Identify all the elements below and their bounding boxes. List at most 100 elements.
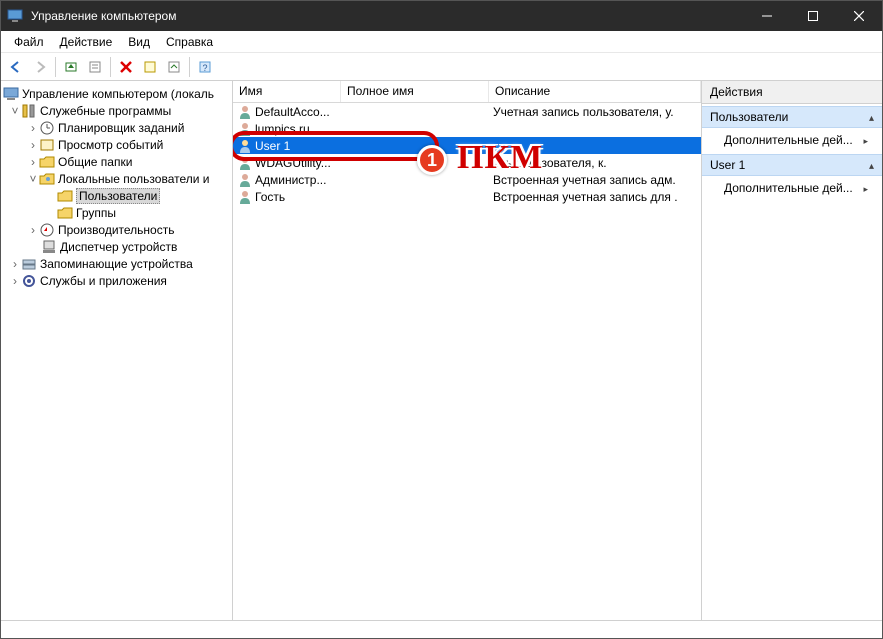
col-desc[interactable]: Описание: [489, 81, 701, 102]
main-body: Управление компьютером (локаль ˅ Служебн…: [1, 81, 882, 620]
action-link-label: Дополнительные дей...: [724, 181, 853, 195]
help-button[interactable]: ?: [194, 56, 216, 78]
col-full[interactable]: Полное имя: [341, 81, 489, 102]
tree-label: Группы: [76, 206, 116, 220]
minimize-button[interactable]: [744, 1, 790, 31]
action-link-label: Дополнительные дей...: [724, 133, 853, 147]
services-icon: [21, 273, 37, 289]
expand-icon[interactable]: ˅: [9, 104, 21, 118]
device-icon: [41, 239, 57, 255]
annotation-text: ПКМ: [457, 139, 543, 177]
user-icon: [237, 155, 253, 171]
tree-pane[interactable]: Управление компьютером (локаль ˅ Служебн…: [1, 81, 233, 620]
cell-name: User 1: [255, 139, 290, 153]
up-button[interactable]: [60, 56, 82, 78]
export-button[interactable]: [163, 56, 185, 78]
menu-view[interactable]: Вид: [121, 33, 157, 51]
user-icon: [237, 121, 253, 137]
titlebar[interactable]: Управление компьютером: [1, 1, 882, 31]
action-more-2[interactable]: Дополнительные дей...: [702, 176, 882, 200]
user-icon: [237, 189, 253, 205]
expand-icon[interactable]: ˅: [27, 172, 39, 186]
tree-local-users[interactable]: ˅ Локальные пользователи и: [1, 170, 232, 187]
user-icon: [237, 138, 253, 154]
expand-icon[interactable]: ›: [27, 138, 39, 152]
cell-name: Гость: [255, 190, 285, 204]
svg-text:?: ?: [202, 63, 207, 73]
tree-label: Общие папки: [58, 155, 132, 169]
expand-icon[interactable]: ›: [9, 257, 21, 271]
properties-button[interactable]: [84, 56, 106, 78]
menu-help[interactable]: Справка: [159, 33, 220, 51]
tree-label: Пользователи: [76, 188, 160, 204]
tree-event-viewer[interactable]: › Просмотр событий: [1, 136, 232, 153]
expand-icon[interactable]: ›: [27, 155, 39, 169]
expand-icon[interactable]: ›: [27, 121, 39, 135]
list-rows[interactable]: DefaultAcco... Учетная запись пользовате…: [233, 103, 701, 620]
forward-button[interactable]: [29, 56, 51, 78]
table-row[interactable]: Гость Встроенная учетная запись для .: [233, 188, 701, 205]
annotation-number: 1: [417, 145, 447, 175]
window-title: Управление компьютером: [31, 9, 744, 23]
expand-icon[interactable]: ›: [9, 274, 21, 288]
tools-icon: [21, 103, 37, 119]
action-group-user1[interactable]: User 1: [702, 154, 882, 176]
tree-label: Службы и приложения: [40, 274, 167, 288]
tree-root[interactable]: Управление компьютером (локаль: [1, 85, 232, 102]
table-row[interactable]: DefaultAcco... Учетная запись пользовате…: [233, 103, 701, 120]
cell-name: WDAGUtility...: [255, 156, 331, 170]
maximize-button[interactable]: [790, 1, 836, 31]
delete-button[interactable]: [115, 56, 137, 78]
tree-performance[interactable]: › Производительность: [1, 221, 232, 238]
tree-label: Локальные пользователи и: [58, 172, 209, 186]
cell-name: Администр...: [255, 173, 326, 187]
back-button[interactable]: [5, 56, 27, 78]
tree-label: Запоминающие устройства: [40, 257, 193, 271]
user-icon: [237, 172, 253, 188]
action-group-users[interactable]: Пользователи: [702, 106, 882, 128]
action-group-label: Пользователи: [710, 110, 788, 124]
clock-icon: [39, 120, 55, 136]
expand-icon[interactable]: ›: [27, 223, 39, 237]
performance-icon: [39, 222, 55, 238]
tree-label: Диспетчер устройств: [60, 240, 177, 254]
chevron-up-icon: [869, 158, 874, 172]
cell-desc: Учетная запись пользователя, у.: [489, 105, 701, 119]
menubar: Файл Действие Вид Справка: [1, 31, 882, 53]
tree-storage[interactable]: › Запоминающие устройства: [1, 255, 232, 272]
tree-users[interactable]: Пользователи: [1, 187, 232, 204]
toolbar: ?: [1, 53, 882, 81]
tree-label: Производительность: [58, 223, 174, 237]
computer-icon: [3, 86, 19, 102]
close-button[interactable]: [836, 1, 882, 31]
cell-desc: Встроенная учетная запись для .: [489, 190, 701, 204]
tree-label: Просмотр событий: [58, 138, 163, 152]
folder-icon: [57, 188, 73, 204]
tree-groups[interactable]: Группы: [1, 204, 232, 221]
tree-device-manager[interactable]: Диспетчер устройств: [1, 238, 232, 255]
folder-icon: [57, 205, 73, 221]
cell-name: DefaultAcco...: [255, 105, 330, 119]
menu-action[interactable]: Действие: [53, 33, 120, 51]
tree-shared-folders[interactable]: › Общие папки: [1, 153, 232, 170]
chevron-right-icon: [863, 181, 868, 195]
tree-task-scheduler[interactable]: › Планировщик заданий: [1, 119, 232, 136]
tree-services[interactable]: › Службы и приложения: [1, 272, 232, 289]
storage-icon: [21, 256, 37, 272]
menu-file[interactable]: Файл: [7, 33, 51, 51]
computer-management-window: Управление компьютером Файл Действие Вид…: [0, 0, 883, 639]
tree-label: Служебные программы: [40, 104, 171, 118]
app-icon: [7, 8, 23, 24]
separator: [110, 57, 111, 77]
action-more-1[interactable]: Дополнительные дей...: [702, 128, 882, 152]
user-icon: [237, 104, 253, 120]
event-icon: [39, 137, 55, 153]
tree-system-tools[interactable]: ˅ Служебные программы: [1, 102, 232, 119]
separator: [189, 57, 190, 77]
refresh-button[interactable]: [139, 56, 161, 78]
col-name[interactable]: Имя: [233, 81, 341, 102]
users-folder-icon: [39, 171, 55, 187]
tree-label: Планировщик заданий: [58, 121, 184, 135]
table-row[interactable]: lumpics.ru: [233, 120, 701, 137]
status-bar: [1, 620, 882, 638]
